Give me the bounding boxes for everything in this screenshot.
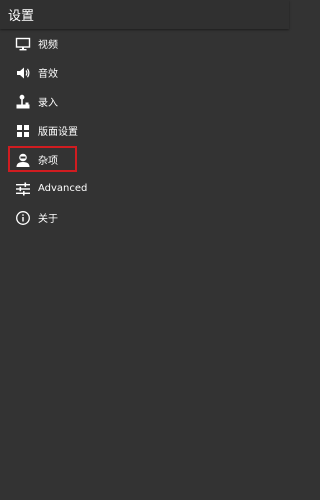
menu-item-about[interactable]: 关于 (0, 203, 289, 232)
user-icon (15, 152, 31, 168)
menu-item-label: 关于 (38, 214, 58, 225)
menu-item-input[interactable]: 录入 (0, 87, 289, 116)
menu-item-label: 杂项 (38, 156, 58, 167)
joystick-icon (15, 94, 31, 110)
menu-item-layout[interactable]: 版面设置 (0, 116, 289, 145)
menu-item-audio[interactable]: 音效 (0, 58, 289, 87)
page-title: 设置 (8, 9, 35, 24)
menu-item-misc[interactable]: 杂项 (0, 145, 289, 174)
menu-item-advanced[interactable]: Advanced (0, 174, 289, 203)
settings-menu: 视频 音效 录入 版面设置 杂项 Advanced 关于 (0, 29, 289, 232)
menu-item-label: 版面设置 (38, 127, 78, 138)
menu-item-label: 视频 (38, 40, 58, 51)
info-icon (15, 210, 31, 226)
app-header: 设置 (0, 0, 289, 29)
menu-item-video[interactable]: 视频 (0, 29, 289, 58)
menu-item-label: 录入 (38, 98, 58, 109)
menu-item-label: 音效 (38, 69, 58, 80)
menu-item-label: Advanced (38, 183, 88, 194)
monitor-icon (15, 36, 31, 52)
grid-icon (15, 123, 31, 139)
sliders-icon (15, 181, 31, 197)
speaker-icon (15, 65, 31, 81)
